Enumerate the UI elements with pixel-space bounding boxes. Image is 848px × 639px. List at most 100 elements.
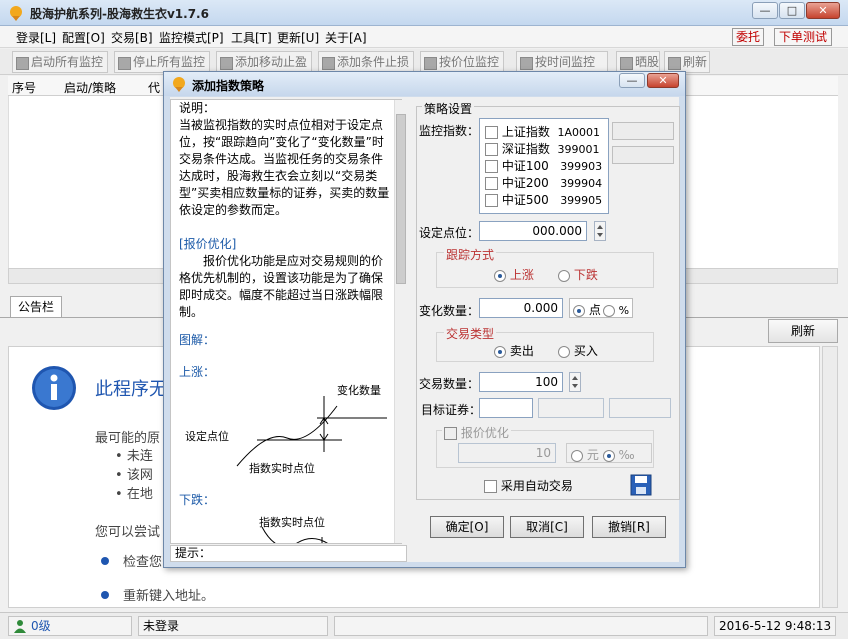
index-checkbox[interactable] [485, 143, 498, 156]
index-side-box-2[interactable] [612, 146, 674, 164]
menu-trade[interactable]: 交易[B] [111, 29, 153, 46]
refresh-toolbar-button[interactable]: 刷新 [664, 51, 710, 73]
price-opt-input: 10 [458, 443, 556, 463]
buy-text: 买入 [573, 344, 598, 358]
menu-bar: 登录[L] 配置[O] 交易[B] 监控模式[P] 工具[T] 更新[U] 关于… [0, 26, 848, 48]
dialog-title-bar: 添加指数策略 — ✕ [164, 72, 685, 96]
stop-all-button[interactable]: 停止所有监控 [114, 51, 210, 73]
buy-radio[interactable] [558, 345, 570, 358]
menu-update[interactable]: 更新[U] [277, 29, 319, 46]
index-item[interactable]: 中证100 399903 [485, 157, 602, 174]
notice-bullet: • 未连 [115, 449, 153, 464]
notice-bullet-text: 未连 [126, 449, 153, 464]
help-scrollbar[interactable] [394, 100, 407, 543]
menu-login[interactable]: 登录[L] [16, 29, 56, 46]
price-opt-text: 报价优化 [460, 426, 509, 440]
index-item[interactable]: 中证200 399904 [485, 174, 602, 191]
index-checkbox[interactable] [485, 126, 498, 139]
menu-config[interactable]: 配置[O] [62, 29, 105, 46]
cancel-button[interactable]: 取消[C] [510, 516, 584, 538]
sell-text: 卖出 [509, 344, 534, 358]
track-down-option[interactable]: 下跌 [558, 266, 598, 283]
tip-bar: 提示： [170, 545, 407, 562]
auto-trade-option[interactable]: 采用自动交易 [484, 477, 573, 494]
down-diagram [261, 526, 328, 543]
index-list[interactable]: 上证指数 1A0001 深证指数 399001 中证100 399903 中证2… [479, 118, 609, 214]
help-scroll-thumb[interactable] [396, 114, 406, 284]
index-side-box-1[interactable] [612, 122, 674, 140]
price-opt-checkbox[interactable] [444, 427, 457, 440]
menu-about[interactable]: 关于[A] [325, 29, 367, 46]
unit-point-radio[interactable] [573, 304, 585, 317]
status-blank [334, 616, 708, 636]
status-login: 未登录 [138, 616, 328, 636]
vertical-scrollbar[interactable] [822, 346, 838, 608]
up-set-label: 设定点位 [185, 430, 229, 443]
help-pane: 说明： 当被监视指数的实时点位相对于设定点位，按“跟踪趋向”变化了“变化数量”时… [170, 99, 402, 544]
add-trailing-profit-button[interactable]: 添加移动止盈 [216, 51, 312, 73]
index-code: 399905 [560, 194, 603, 207]
track-down-radio[interactable] [558, 269, 570, 282]
index-checkbox[interactable] [485, 194, 498, 207]
unit-pct-radio[interactable] [602, 304, 615, 317]
target-code-input[interactable] [479, 398, 533, 418]
notice-bullet: • 在地 [115, 487, 153, 502]
col-code[interactable]: 代 [148, 79, 160, 96]
maximize-button[interactable]: □ [779, 2, 805, 19]
start-all-button[interactable]: 启动所有监控 [12, 51, 108, 73]
save-icon[interactable] [630, 474, 652, 496]
index-checkbox[interactable] [485, 177, 498, 190]
trade-qty-input[interactable]: 100 [479, 372, 563, 392]
tab-notice[interactable]: 公告栏 [10, 296, 62, 318]
order-test-button[interactable]: 下单测试 [774, 28, 832, 46]
unit-point-option[interactable]: 点 % [573, 301, 629, 318]
menu-monitor-mode[interactable]: 监控模式[P] [159, 29, 224, 46]
status-bar: 0级 未登录 2016-5-12 9:48:13 [0, 612, 848, 639]
track-up-option[interactable]: 上涨 [494, 266, 534, 283]
set-point-input[interactable]: 000.000 [479, 221, 587, 241]
permille-radio [602, 449, 615, 462]
help-opt-desc: 报价优化功能是应对交易规则的价格优先机制的，设置该功能是为了确保即时成交。幅度不… [179, 254, 384, 319]
help-desc: 当被监视指数的实时点位相对于设定点位，按“跟踪趋向”变化了“变化数量”时交易条件… [179, 118, 390, 217]
notice-refresh-button[interactable]: 刷新 [768, 319, 838, 343]
trade-type-label: 交易类型 [444, 325, 497, 342]
col-index[interactable]: 序号 [12, 79, 36, 96]
entrust-button[interactable]: 委托 [732, 28, 764, 46]
trade-qty-spinner[interactable] [569, 372, 581, 392]
target-name-input [538, 398, 604, 418]
auto-trade-text: 采用自动交易 [500, 479, 573, 493]
sell-option[interactable]: 卖出 [494, 342, 534, 359]
set-point-spinner[interactable] [594, 221, 606, 241]
sell-radio[interactable] [494, 345, 506, 358]
price-opt-label[interactable]: 报价优化 [442, 424, 511, 441]
time-monitor-button[interactable]: 按时间监控 [516, 51, 608, 73]
undo-button[interactable]: 撤销[R] [592, 516, 666, 538]
index-item[interactable]: 中证500 399905 [485, 191, 602, 208]
close-button[interactable]: ✕ [806, 2, 840, 19]
price-opt-unit-choices: 元 ‰ [571, 446, 635, 463]
index-checkbox[interactable] [485, 160, 498, 173]
price-monitor-button[interactable]: 按价位监控 [420, 51, 504, 73]
dialog-minimize-button[interactable]: — [619, 73, 645, 88]
index-item[interactable]: 上证指数 1A0001 [485, 123, 600, 140]
buy-option[interactable]: 买入 [558, 342, 598, 359]
index-name: 中证500 [501, 193, 549, 207]
notice-bullet: • 该网 [115, 468, 153, 483]
target-security-label: 目标证券： [421, 403, 482, 417]
index-name: 上证指数 [501, 125, 550, 139]
share-stock-button[interactable]: 晒股 [616, 51, 660, 73]
ok-button[interactable]: 确定[O] [430, 516, 504, 538]
set-point-label: 设定点位： [419, 226, 480, 240]
add-stop-loss-button[interactable]: 添加条件止损 [318, 51, 414, 73]
menu-tools[interactable]: 工具[T] [231, 29, 272, 46]
track-up-radio[interactable] [494, 269, 506, 282]
dialog-close-button[interactable]: ✕ [647, 73, 679, 88]
strategy-group-label: 策略设置 [422, 100, 475, 117]
change-qty-input[interactable]: 0.000 [479, 298, 563, 318]
auto-trade-checkbox[interactable] [484, 480, 497, 493]
minimize-button[interactable]: — [752, 2, 778, 19]
index-code: 399903 [560, 160, 603, 173]
help-diagram-title: 图解： [179, 333, 216, 347]
index-item[interactable]: 深证指数 399001 [485, 140, 599, 157]
col-strategy[interactable]: 启动/策略 [64, 79, 116, 96]
